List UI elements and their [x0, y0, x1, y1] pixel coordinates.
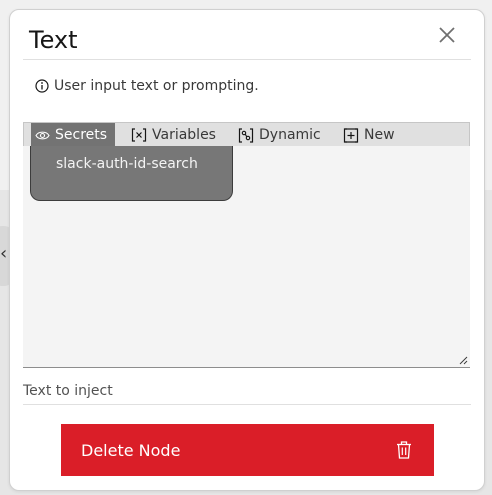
- close-icon: [439, 27, 455, 43]
- close-button[interactable]: [434, 22, 460, 48]
- trash-icon: [397, 441, 411, 459]
- tab-label: Variables: [152, 127, 216, 143]
- info-text: User input text or prompting.: [54, 78, 259, 94]
- tab-dynamic[interactable]: Dynamic: [238, 123, 321, 147]
- dynamic-icon: [238, 127, 254, 143]
- tab-new[interactable]: New: [343, 123, 395, 147]
- helper-text: Text to inject: [23, 383, 113, 399]
- add-box-icon: [343, 127, 359, 143]
- info-row: User input text or prompting.: [35, 78, 259, 94]
- tab-label: New: [364, 127, 395, 143]
- modal-title: Text: [29, 26, 78, 54]
- delete-button-label: Delete Node: [81, 440, 181, 460]
- dropdown-item[interactable]: slack-auth-id-search: [56, 156, 198, 172]
- tab-label: Secrets: [55, 127, 108, 143]
- tab-secrets[interactable]: Secrets: [31, 123, 115, 147]
- divider: [23, 59, 471, 60]
- text-editor[interactable]: Secrets Variables Dynamic New slack-auth…: [23, 122, 470, 368]
- resize-handle-icon[interactable]: [458, 355, 468, 365]
- secrets-dropdown: slack-auth-id-search: [30, 146, 233, 201]
- variable-icon: [131, 128, 147, 142]
- info-icon: [35, 79, 49, 93]
- chevron-left-icon: ‹: [0, 243, 8, 264]
- editor-toolbar: Secrets Variables Dynamic New: [23, 122, 470, 147]
- eye-icon: [35, 131, 50, 139]
- tab-variables[interactable]: Variables: [131, 123, 216, 147]
- text-node-modal: Text User input text or prompting. Secre…: [9, 9, 485, 491]
- delete-node-button[interactable]: Delete Node: [61, 424, 434, 476]
- tab-label: Dynamic: [259, 127, 321, 143]
- divider: [23, 404, 471, 405]
